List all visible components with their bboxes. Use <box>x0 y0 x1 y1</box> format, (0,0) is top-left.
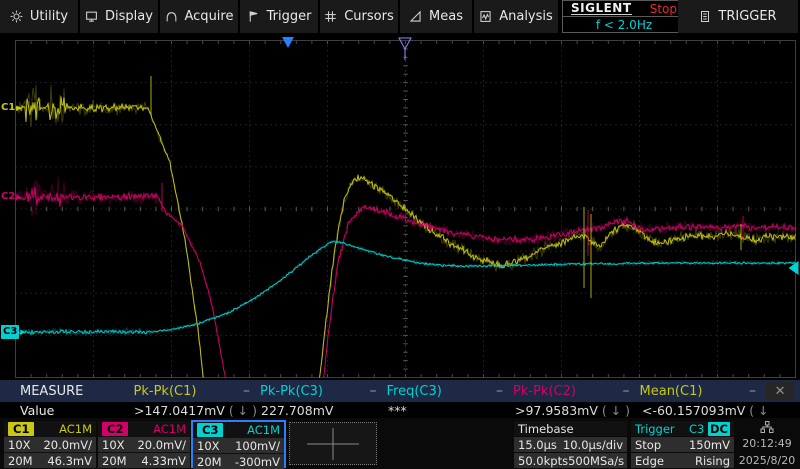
measure-value: >147.0417mV ( ↓ ) <box>134 403 261 418</box>
siglent-logo: SIGLENT <box>571 3 632 15</box>
measure-value: >97.9583mV ( ↓ ) <box>515 403 642 418</box>
monitor-icon <box>85 10 98 23</box>
acquisition-status: Stop <box>650 2 677 16</box>
document-wave-icon <box>479 10 492 23</box>
timebase-title: Timebase <box>518 422 574 436</box>
measure-title: MEASURE <box>0 384 134 399</box>
menu-cursors[interactable]: Cursors <box>320 0 398 33</box>
add-channel-button[interactable] <box>289 422 377 465</box>
measure-value: 227.708mV <box>261 403 388 418</box>
c2-offset-marker[interactable]: C2▶ <box>1 190 22 204</box>
menu-meas-label: Meas <box>429 9 463 24</box>
menu-meas[interactable]: Meas <box>400 0 472 33</box>
c1-offset-marker[interactable]: C1▶ <box>1 101 22 115</box>
channel-box-c3[interactable]: C3 AC1M 10X100mV/ 20M-300mV <box>191 420 286 468</box>
trigger-source: C3 <box>689 422 704 436</box>
menu-utility[interactable]: Utility <box>0 0 78 33</box>
c1-coupling: AC1M <box>59 422 92 436</box>
time-display: 20:12:49 <box>742 437 791 450</box>
frequency-counter: f < 2.0Hz <box>563 17 685 32</box>
remove-measure-button[interactable]: – <box>496 386 503 396</box>
menu-utility-label: Utility <box>30 9 68 24</box>
measurement-bar: MEASURE Pk-Pk(C1) – Pk-Pk(C3) – Freq(C3)… <box>0 380 800 418</box>
channel-box-c2[interactable]: C2 AC1M 10X20.0mV/ 20M4.33mV <box>98 421 190 467</box>
right-arrow-icon: ▶ <box>20 325 25 339</box>
measure-item-pkpk-c3[interactable]: Pk-Pk(C3) – <box>260 384 387 399</box>
timebase-box[interactable]: Timebase 15.0µs10.0µs/div 50.0kpts500MSa… <box>514 421 627 467</box>
value-row-label: Value <box>0 403 134 418</box>
menu-display[interactable]: Display <box>80 0 158 33</box>
menu-trigger-label: Trigger <box>267 9 312 24</box>
trigger-coupling: DC <box>708 422 730 436</box>
c2-coupling: AC1M <box>153 422 186 436</box>
menu-acquire-label: Acquire <box>185 9 234 24</box>
trigger-box[interactable]: Trigger C3 DC Stop150mV EdgeRising <box>631 421 734 467</box>
status-bar: C1 AC1M 10X20.0mV/ 20M46.3mV C2 AC1M 10X… <box>0 418 800 469</box>
menu-analysis[interactable]: Analysis <box>474 0 558 33</box>
close-measure-bar-button[interactable]: ✕ <box>766 382 794 400</box>
date-display: 2025/8/20 <box>739 454 795 467</box>
trigger-delay-marker <box>282 37 294 48</box>
remove-measure-button[interactable]: – <box>749 386 756 396</box>
menu-trigger[interactable]: Trigger <box>240 0 318 33</box>
measurement-header-row: MEASURE Pk-Pk(C1) – Pk-Pk(C3) – Freq(C3)… <box>0 380 800 402</box>
arch-icon <box>165 10 178 23</box>
right-arrow-icon: ▶ <box>16 101 21 115</box>
channel-box-c1[interactable]: C1 AC1M 10X20.0mV/ 20M46.3mV <box>4 421 96 467</box>
c3-coupling: AC1M <box>247 423 280 437</box>
flag-icon <box>247 10 260 23</box>
set-square-icon <box>409 10 422 23</box>
network-icon <box>760 421 774 433</box>
menu-analysis-label: Analysis <box>499 9 553 24</box>
waveform-display[interactable]: C1▶ C2▶ C3▶ <box>0 33 800 380</box>
remove-measure-button[interactable]: – <box>370 386 377 396</box>
c1-badge: C1 <box>8 422 34 436</box>
right-arrow-icon: ▶ <box>16 190 21 204</box>
graticule-and-traces <box>0 33 800 380</box>
remove-measure-button[interactable]: – <box>243 386 250 396</box>
measurement-value-row: Value >147.0417mV ( ↓ ) 227.708mV *** >9… <box>0 402 800 418</box>
plus-icon <box>301 425 365 463</box>
c2-badge: C2 <box>102 422 128 436</box>
measure-item-freq-c3[interactable]: Freq(C3) – <box>387 384 514 399</box>
menu-display-label: Display <box>105 9 153 24</box>
measure-item-pkpk-c2[interactable]: Pk-Pk(C2) – <box>513 384 640 399</box>
trigger-title: Trigger <box>635 422 675 436</box>
logo-status-box: SIGLENT Stop f < 2.0Hz <box>562 0 686 33</box>
trigger-menu-label: TRIGGER <box>718 9 776 24</box>
clock-area: 20:12:49 2025/8/20 <box>737 420 797 468</box>
menu-acquire[interactable]: Acquire <box>160 0 238 33</box>
remove-measure-button[interactable]: – <box>623 386 630 396</box>
trigger-menu-button[interactable]: TRIGGER <box>678 0 798 33</box>
menu-bar: Utility Display Acquire Trigger <box>0 0 800 33</box>
menu-cursors-label: Cursors <box>344 9 394 24</box>
list-icon <box>699 10 711 23</box>
measure-value: *** <box>388 403 515 418</box>
crosshatch-icon <box>324 10 337 23</box>
oscilloscope-screen: Utility Display Acquire Trigger <box>0 0 800 469</box>
measure-item-mean-c1[interactable]: Mean(C1) – <box>640 384 767 399</box>
measure-value: <-60.157093mV ( ↓ <box>642 403 769 418</box>
measure-item-pkpk-c1[interactable]: Pk-Pk(C1) – <box>134 384 261 399</box>
c3-badge: C3 <box>197 423 223 437</box>
gear-icon <box>10 10 23 23</box>
c3-offset-marker[interactable]: C3▶ <box>1 325 26 339</box>
